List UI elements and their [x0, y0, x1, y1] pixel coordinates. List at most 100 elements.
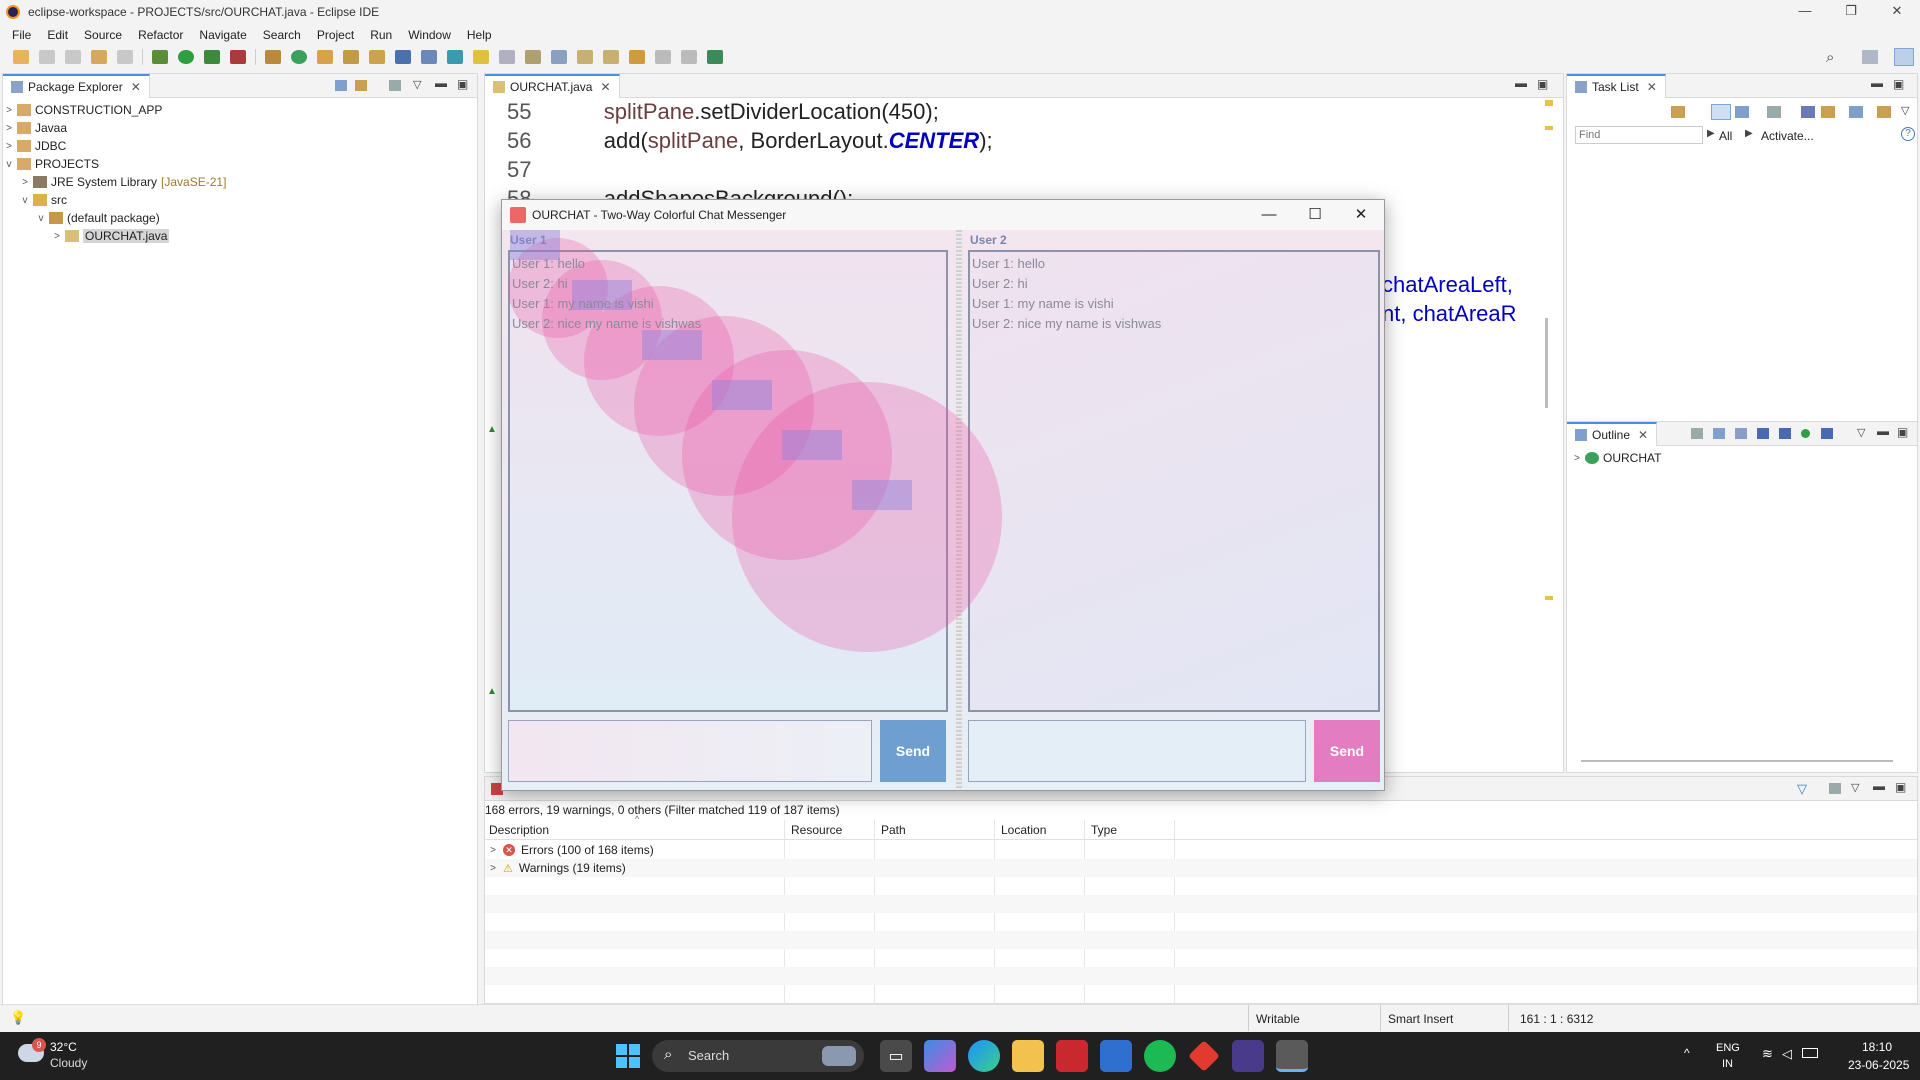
- link-editor-icon[interactable]: [355, 80, 367, 91]
- spotify-icon[interactable]: [1144, 1040, 1176, 1072]
- menu-run[interactable]: Run: [362, 28, 400, 42]
- git-icon[interactable]: [1188, 1040, 1220, 1072]
- clock-date[interactable]: 23-06-2025: [1848, 1058, 1909, 1072]
- code-line-56[interactable]: 56 add(splitPane, BorderLayout.CENTER);: [507, 128, 993, 154]
- back-icon[interactable]: [655, 50, 671, 64]
- hide-fields-icon[interactable]: [1757, 428, 1769, 439]
- tree-item-ourchat-java[interactable]: > OURCHAT.java: [3, 227, 477, 245]
- open-task-icon[interactable]: [343, 50, 359, 64]
- user2-chat-area[interactable]: User 1: hello User 2: hi User 1: my name…: [968, 250, 1380, 712]
- maximize-view-icon[interactable]: ▣: [1895, 780, 1906, 794]
- debug-icon[interactable]: [152, 50, 168, 64]
- minimize-button[interactable]: —: [1782, 0, 1828, 24]
- minimize-view-icon[interactable]: ▬: [1877, 424, 1889, 438]
- volume-icon[interactable]: ◁: [1782, 1046, 1792, 1062]
- chat-close-button[interactable]: ✕: [1338, 200, 1384, 230]
- maximize-view-icon[interactable]: ▣: [457, 77, 468, 91]
- schedule-icon[interactable]: [1735, 106, 1749, 118]
- chat-minimize-button[interactable]: —: [1246, 200, 1292, 230]
- menu-project[interactable]: Project: [309, 28, 362, 42]
- open-perspective-icon[interactable]: [1862, 50, 1878, 64]
- insert-mode-status[interactable]: Smart Insert: [1388, 1012, 1453, 1026]
- toggle-breadcrumb-icon[interactable]: [421, 50, 437, 64]
- maximize-view-icon[interactable]: ▣: [1893, 77, 1904, 91]
- new-class-icon[interactable]: [291, 50, 307, 64]
- focus-icon[interactable]: [1691, 428, 1703, 439]
- collapse-all-icon[interactable]: [335, 80, 347, 91]
- taskbar-search[interactable]: ⌕ Search: [652, 1040, 864, 1072]
- collapse-icon[interactable]: v: [35, 213, 47, 224]
- user1-send-button[interactable]: Send: [880, 720, 946, 782]
- expand-icon[interactable]: >: [3, 141, 15, 152]
- expand-icon[interactable]: >: [51, 231, 63, 242]
- weather-widget[interactable]: 9: [18, 1038, 48, 1070]
- minimize-view-icon[interactable]: ▬: [1871, 76, 1883, 90]
- filter-icon[interactable]: [389, 80, 401, 91]
- hide-nonpublic-icon[interactable]: [1801, 429, 1810, 438]
- save-all-icon[interactable]: [65, 50, 81, 64]
- redo-icon[interactable]: [117, 50, 133, 64]
- expand-icon[interactable]: >: [485, 863, 501, 874]
- minimize-view-icon[interactable]: ▬: [435, 76, 447, 90]
- copilot-icon[interactable]: [924, 1040, 956, 1072]
- save-icon[interactable]: [39, 50, 55, 64]
- tree-item-jdbc[interactable]: > JDBC: [3, 137, 477, 155]
- expand-icon[interactable]: >: [3, 105, 15, 116]
- forward-icon[interactable]: [681, 50, 697, 64]
- tab-package-explorer[interactable]: Package Explorer ✕: [3, 73, 150, 98]
- column-location[interactable]: Location: [1001, 823, 1046, 837]
- outline-scrollbar[interactable]: [1581, 760, 1893, 762]
- editor-scrollbar[interactable]: [1545, 318, 1548, 408]
- block-select-icon[interactable]: [499, 50, 515, 64]
- tree-item-construction-app[interactable]: > CONSTRUCTION_APP: [3, 101, 477, 119]
- run-icon[interactable]: [178, 50, 194, 64]
- focus-icon[interactable]: [1829, 783, 1841, 794]
- terminal-icon[interactable]: [395, 50, 411, 64]
- menu-refactor[interactable]: Refactor: [130, 28, 191, 42]
- wifi-icon[interactable]: ≋: [1762, 1046, 1773, 1062]
- chevron-up-icon[interactable]: ^: [1684, 1046, 1690, 1060]
- next-annotation-icon[interactable]: [577, 50, 593, 64]
- edge-icon[interactable]: [968, 1040, 1000, 1072]
- highlight-icon[interactable]: [473, 50, 489, 64]
- close-button[interactable]: ✕: [1874, 0, 1920, 24]
- menu-file[interactable]: File: [4, 28, 39, 42]
- sort-icon[interactable]: [1735, 428, 1747, 439]
- search-icon[interactable]: ⌕: [1826, 49, 1834, 66]
- collapse-all-icon[interactable]: [1713, 428, 1725, 439]
- all-filter-link[interactable]: All: [1719, 129, 1732, 143]
- java-app-taskbar-icon[interactable]: [1276, 1040, 1308, 1072]
- external-tools-icon[interactable]: [230, 50, 246, 64]
- view-menu-icon[interactable]: ▽: [1857, 426, 1865, 439]
- new-package-icon[interactable]: [265, 50, 281, 64]
- java-perspective-icon[interactable]: [1894, 48, 1914, 66]
- hide-completed-icon[interactable]: [1801, 106, 1815, 118]
- menu-edit[interactable]: Edit: [39, 28, 76, 42]
- eclipse-taskbar-icon[interactable]: [1232, 1040, 1264, 1072]
- collapse-icon[interactable]: v: [3, 159, 15, 170]
- filter-icon[interactable]: ▽: [1797, 781, 1807, 797]
- last-edit-icon[interactable]: [629, 50, 645, 64]
- expand-icon[interactable]: >: [3, 123, 15, 134]
- tree-item-default-package[interactable]: v (default package): [3, 209, 477, 227]
- help-icon[interactable]: ?: [1901, 127, 1915, 141]
- expand-icon[interactable]: >: [19, 177, 31, 188]
- close-icon[interactable]: ✕: [1638, 428, 1648, 442]
- activate-link[interactable]: Activate...: [1761, 129, 1814, 143]
- restore-button[interactable]: ❐: [1828, 0, 1874, 24]
- view-menu-icon[interactable]: ▽: [1901, 104, 1909, 117]
- new-task-icon[interactable]: [1671, 106, 1685, 118]
- cursor-position[interactable]: 161 : 1 : 6312: [1520, 1012, 1593, 1026]
- language-indicator[interactable]: ENG: [1716, 1042, 1740, 1054]
- close-icon[interactable]: ✕: [1647, 80, 1657, 94]
- tab-ourchat-java[interactable]: OURCHAT.java ✕: [485, 73, 620, 98]
- hide-local-types-icon[interactable]: [1821, 428, 1833, 439]
- column-path[interactable]: Path: [881, 823, 906, 837]
- close-icon[interactable]: ✕: [600, 80, 610, 94]
- view-menu-icon[interactable]: ▽: [413, 78, 421, 91]
- undo-icon[interactable]: [91, 50, 107, 64]
- maximize-view-icon[interactable]: ▣: [1537, 77, 1548, 91]
- menu-help[interactable]: Help: [459, 28, 500, 42]
- new-icon[interactable]: [13, 50, 29, 64]
- view-menu-icon[interactable]: ▽: [1851, 781, 1859, 794]
